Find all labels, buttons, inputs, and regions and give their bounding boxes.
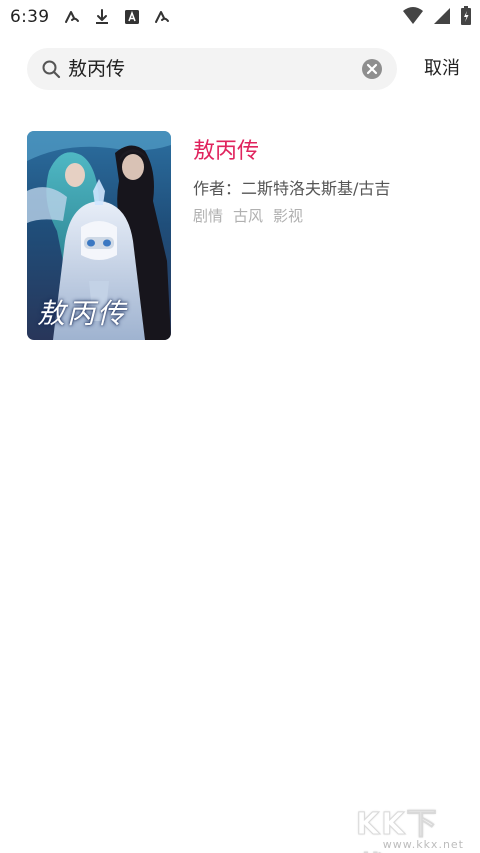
tag: 剧情 xyxy=(193,207,224,225)
clear-icon[interactable] xyxy=(361,58,383,80)
a-notification-icon xyxy=(63,8,81,26)
signal-icon xyxy=(432,6,452,30)
a-notification-icon xyxy=(153,8,171,26)
watermark: KK下载 www.kkx.net xyxy=(356,799,474,853)
result-tags: 剧情 古风 影视 xyxy=(193,205,303,226)
status-time: 6:39 xyxy=(10,7,50,27)
search-row: 敖丙传 取消 xyxy=(0,48,480,90)
book-cover-image[interactable]: 敖丙传 xyxy=(27,131,171,340)
search-input[interactable]: 敖丙传 xyxy=(27,48,397,90)
search-query-text[interactable]: 敖丙传 xyxy=(68,48,125,90)
status-notification-icons xyxy=(63,8,171,26)
download-icon xyxy=(93,8,111,26)
result-author: 作者：二斯特洛夫斯基/古吉 xyxy=(193,179,391,198)
wifi-icon xyxy=(402,6,424,30)
result-title[interactable]: 敖丙传 xyxy=(193,133,259,165)
status-system-icons xyxy=(402,6,472,30)
search-icon xyxy=(41,59,61,79)
cancel-button[interactable]: 取消 xyxy=(424,48,460,90)
status-bar: 6:39 xyxy=(0,0,480,34)
search-result-item[interactable]: 敖丙传 敖丙传 作者：二斯特洛夫斯基/古吉 剧情 古风 影视 xyxy=(27,131,457,341)
tag: 古风 xyxy=(233,207,264,225)
watermark-url: www.kkx.net xyxy=(382,838,464,851)
a-box-icon xyxy=(123,8,141,26)
cover-title-text: 敖丙传 xyxy=(37,297,128,330)
tag: 影视 xyxy=(273,207,304,225)
battery-charging-icon xyxy=(460,6,472,30)
